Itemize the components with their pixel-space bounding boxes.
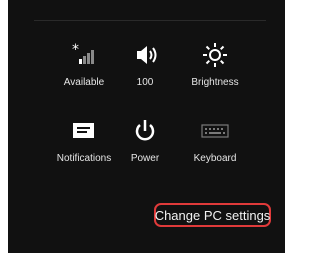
- brightness-label: Brightness: [191, 77, 239, 88]
- power-tile[interactable]: Power: [105, 114, 185, 178]
- divider: [34, 20, 266, 21]
- keyboard-label: Keyboard: [193, 153, 237, 164]
- power-label: Power: [130, 153, 160, 164]
- svg-text:*: *: [72, 42, 79, 58]
- volume-label: 100: [136, 77, 154, 88]
- keyboard-icon: [175, 114, 255, 148]
- change-pc-settings-label: Change PC settings: [154, 207, 271, 223]
- brightness-icon: [175, 38, 255, 72]
- volume-tile[interactable]: 100: [105, 38, 185, 102]
- keyboard-tile[interactable]: Keyboard: [175, 114, 255, 178]
- power-icon: [105, 114, 185, 148]
- volume-icon: [105, 38, 185, 72]
- brightness-tile[interactable]: Brightness: [175, 38, 255, 102]
- settings-panel: * Available 100 Brightness Notifications…: [8, 0, 285, 253]
- change-pc-settings-link[interactable]: Change PC settings: [154, 203, 271, 227]
